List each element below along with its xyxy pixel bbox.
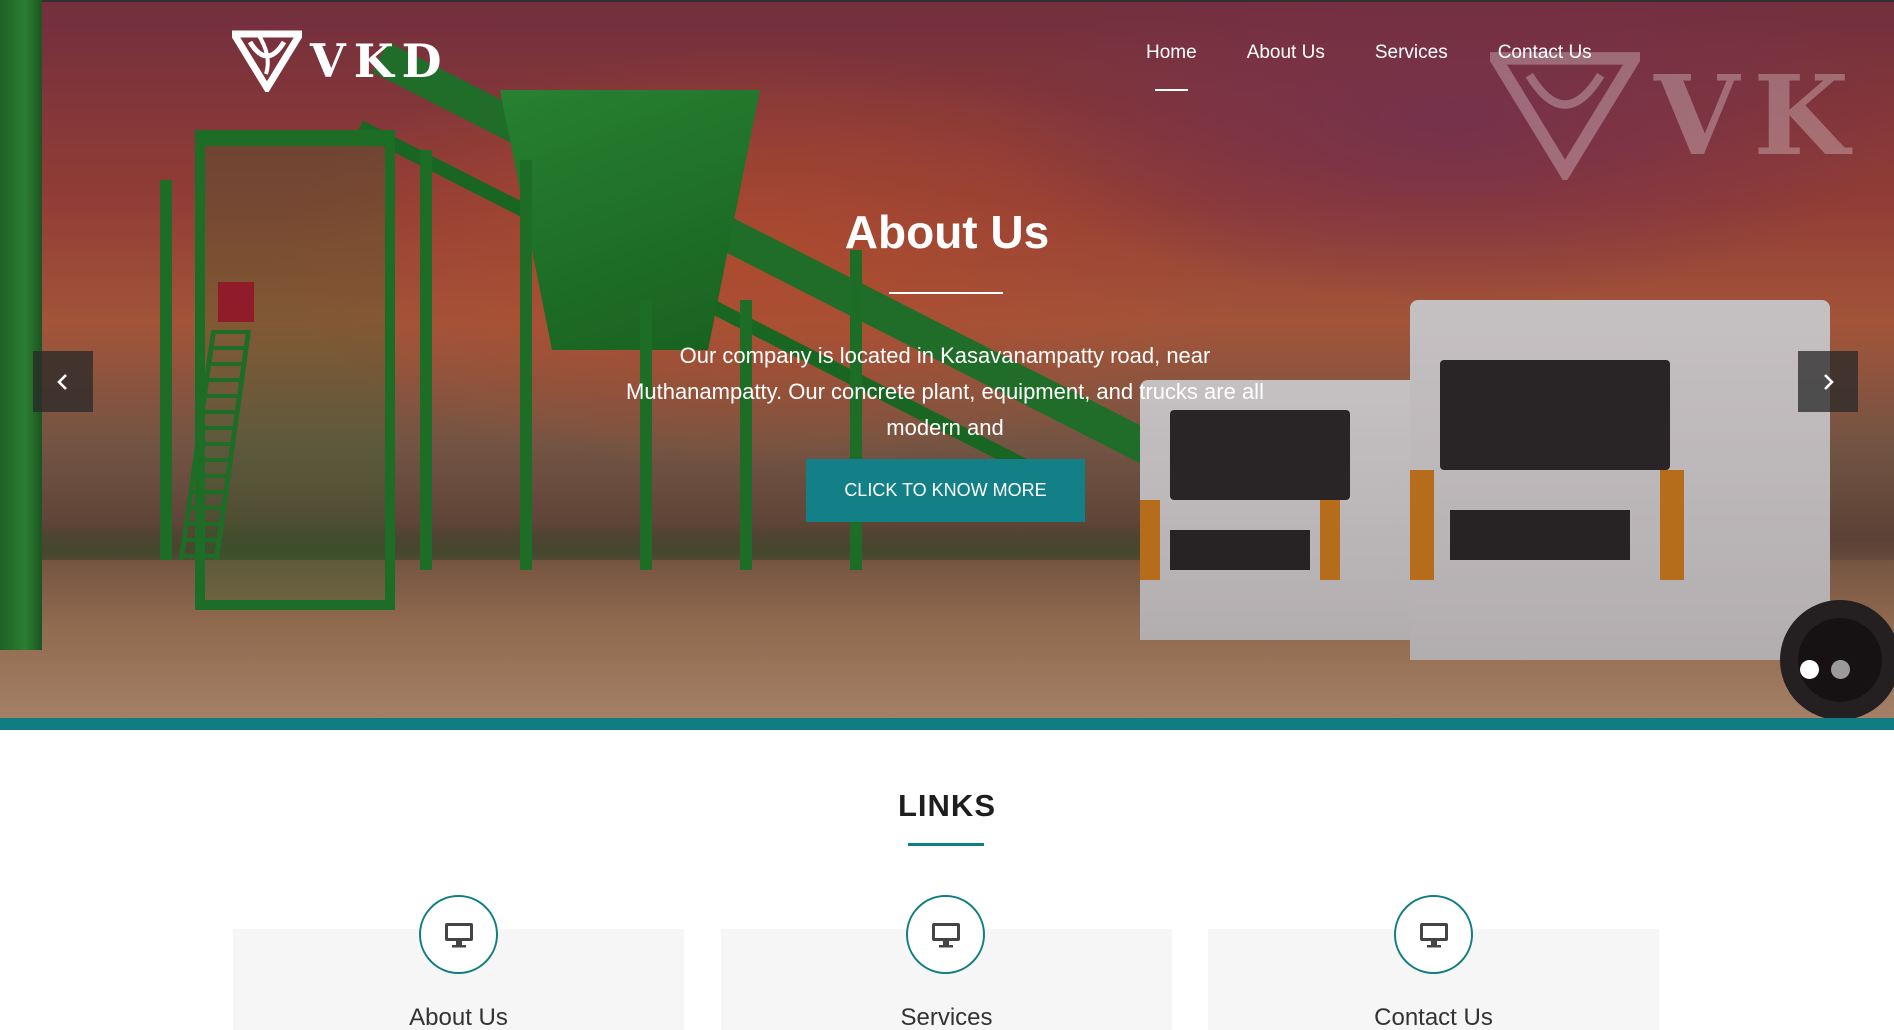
slider-dot-1[interactable] (1800, 660, 1819, 679)
links-title-divider (908, 843, 984, 846)
hero-bottom-accent-bar (0, 718, 1894, 730)
link-card-icon-about-us[interactable] (419, 895, 498, 974)
link-card-icon-contact-us[interactable] (1394, 895, 1473, 974)
slide-title: About Us (844, 206, 1050, 258)
slider-next-button[interactable] (1798, 351, 1858, 412)
link-card-label-about-us[interactable]: About Us (233, 1004, 684, 1030)
brand-logo[interactable]: VKD (232, 30, 450, 92)
monitor-icon (931, 922, 960, 947)
nav-contact-us[interactable]: Contact Us (1498, 42, 1592, 64)
link-card-label-services[interactable]: Services (721, 1004, 1172, 1030)
slide-description: Our company is located in Kasavanampatty… (626, 343, 1264, 440)
chevron-left-icon (57, 373, 67, 390)
click-to-know-more-button[interactable]: CLICK TO KNOW MORE (806, 459, 1085, 522)
slider-prev-button[interactable] (33, 351, 93, 412)
main-nav: Home About Us Services Contact Us (1146, 42, 1642, 91)
watermark-text: VK (1654, 50, 1863, 180)
link-card-label-contact-us[interactable]: Contact Us (1208, 1004, 1659, 1030)
watermark-logo: VK (1490, 50, 1863, 180)
link-card-icon-services[interactable] (906, 895, 985, 974)
slide-title-divider (889, 292, 1003, 294)
monitor-icon (1419, 922, 1448, 947)
chevron-right-icon (1824, 373, 1834, 390)
nav-home[interactable]: Home (1146, 42, 1197, 91)
hero-slider: VKD VK Home About Us Services Contact Us… (0, 0, 1894, 718)
watermark-mark-icon (1490, 52, 1640, 180)
monitor-icon (444, 922, 473, 947)
slider-dots (1800, 660, 1862, 679)
brand-name: VKD (310, 34, 450, 88)
nav-about-us[interactable]: About Us (1247, 42, 1325, 64)
logo-mark-icon (232, 30, 302, 92)
links-section-title: LINKS (898, 788, 996, 823)
nav-services[interactable]: Services (1375, 42, 1448, 64)
slider-dot-2[interactable] (1831, 660, 1850, 679)
